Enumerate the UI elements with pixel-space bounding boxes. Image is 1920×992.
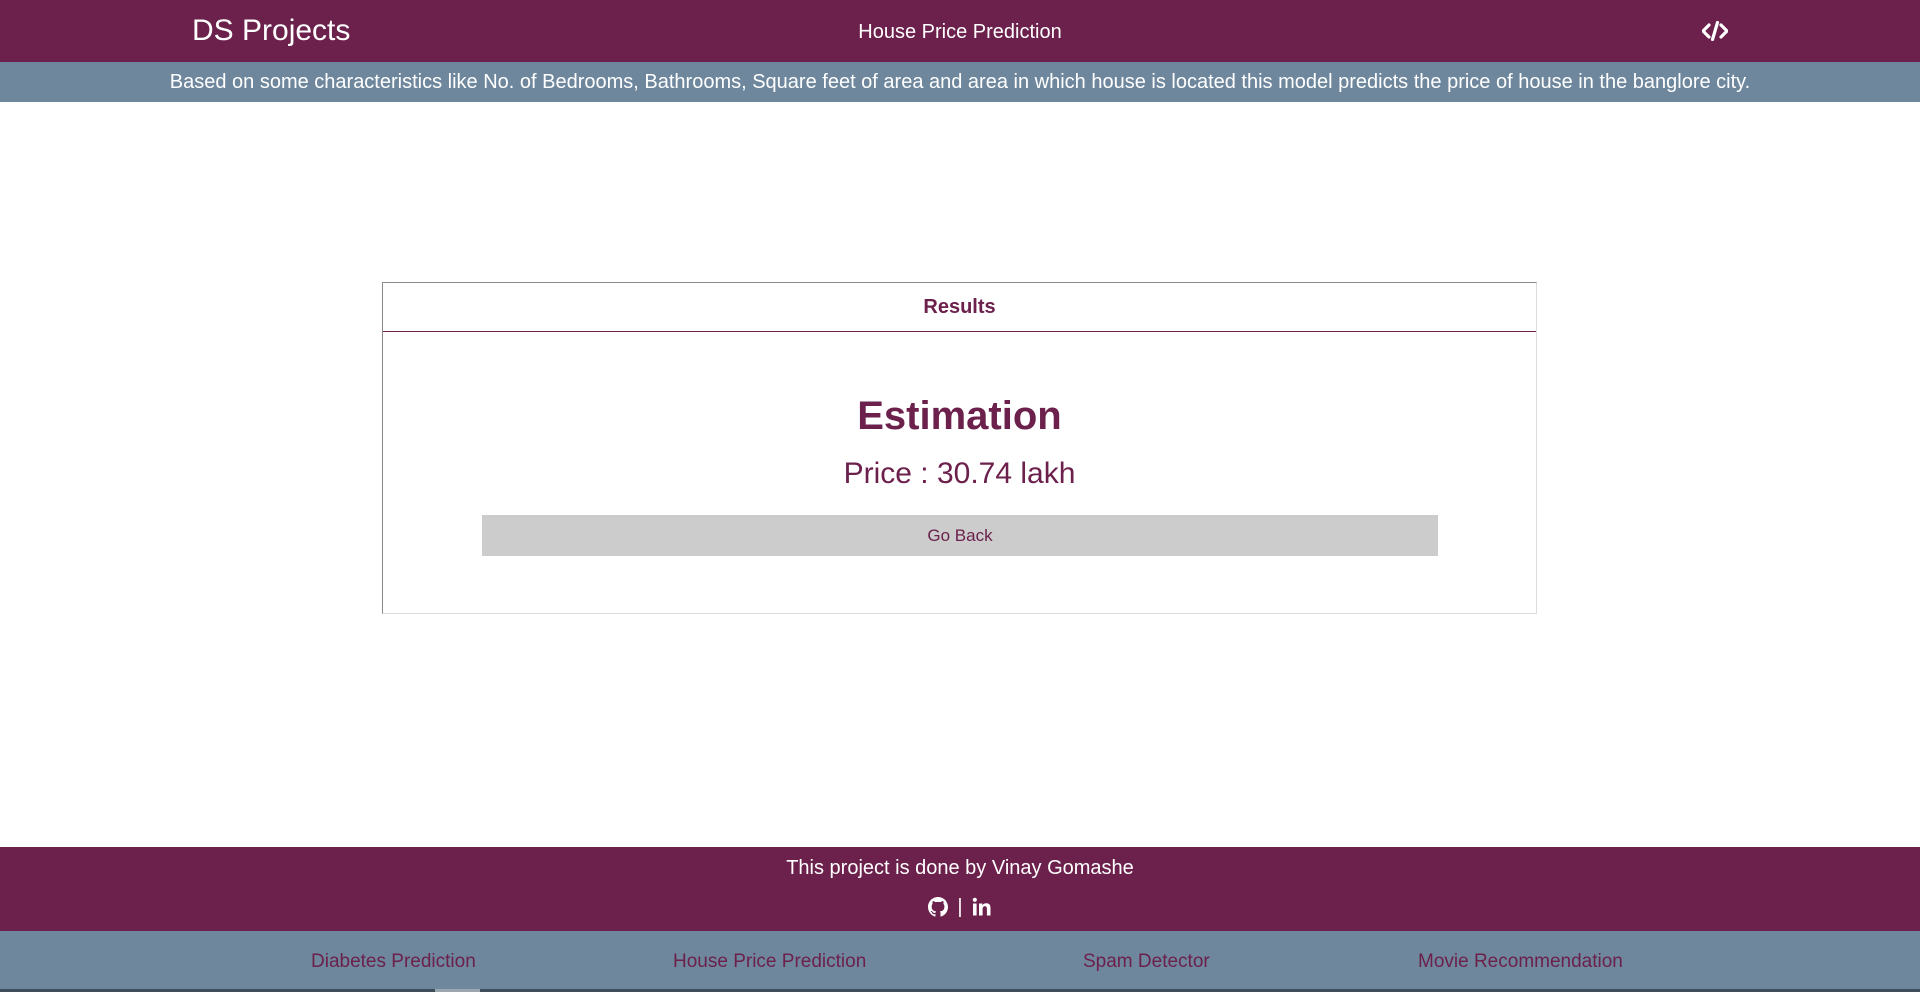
top-navbar: DS Projects House Price Prediction: [0, 0, 1920, 62]
description-banner: Based on some characteristics like No. o…: [0, 62, 1920, 102]
footer-social-links: |: [0, 895, 1920, 919]
nav-link-movie-recommendation[interactable]: Movie Recommendation: [1418, 949, 1623, 975]
bottom-project-nav: Diabetes Prediction House Price Predicti…: [0, 931, 1920, 992]
github-icon-graphic: [928, 897, 949, 917]
footer-credit: This project is done by Vinay Gomashe: [786, 857, 1134, 879]
page-title: House Price Prediction: [858, 21, 1062, 43]
results-card-body: Estimation Price : 30.74 lakh Go Back: [383, 332, 1536, 613]
go-back-button[interactable]: Go Back: [482, 515, 1438, 556]
linkedin-icon-graphic: [972, 897, 991, 916]
price-result: Price : 30.74 lakh: [843, 457, 1076, 490]
estimation-title: Estimation: [857, 394, 1062, 438]
footer-separator: |: [957, 896, 963, 918]
results-card: Results Estimation Price : 30.74 lakh Go…: [382, 282, 1537, 614]
nav-link-diabetes-prediction[interactable]: Diabetes Prediction: [311, 949, 476, 975]
code-icon[interactable]: [1700, 19, 1730, 43]
results-card-header: Results: [383, 283, 1536, 332]
linkedin-icon[interactable]: [971, 896, 993, 918]
nav-link-spam-detector[interactable]: Spam Detector: [1083, 949, 1210, 975]
footer: This project is done by Vinay Gomashe |: [0, 847, 1920, 931]
github-icon[interactable]: [927, 896, 949, 918]
code-icon-graphic: [1702, 21, 1728, 41]
nav-link-house-price-prediction[interactable]: House Price Prediction: [673, 949, 866, 975]
